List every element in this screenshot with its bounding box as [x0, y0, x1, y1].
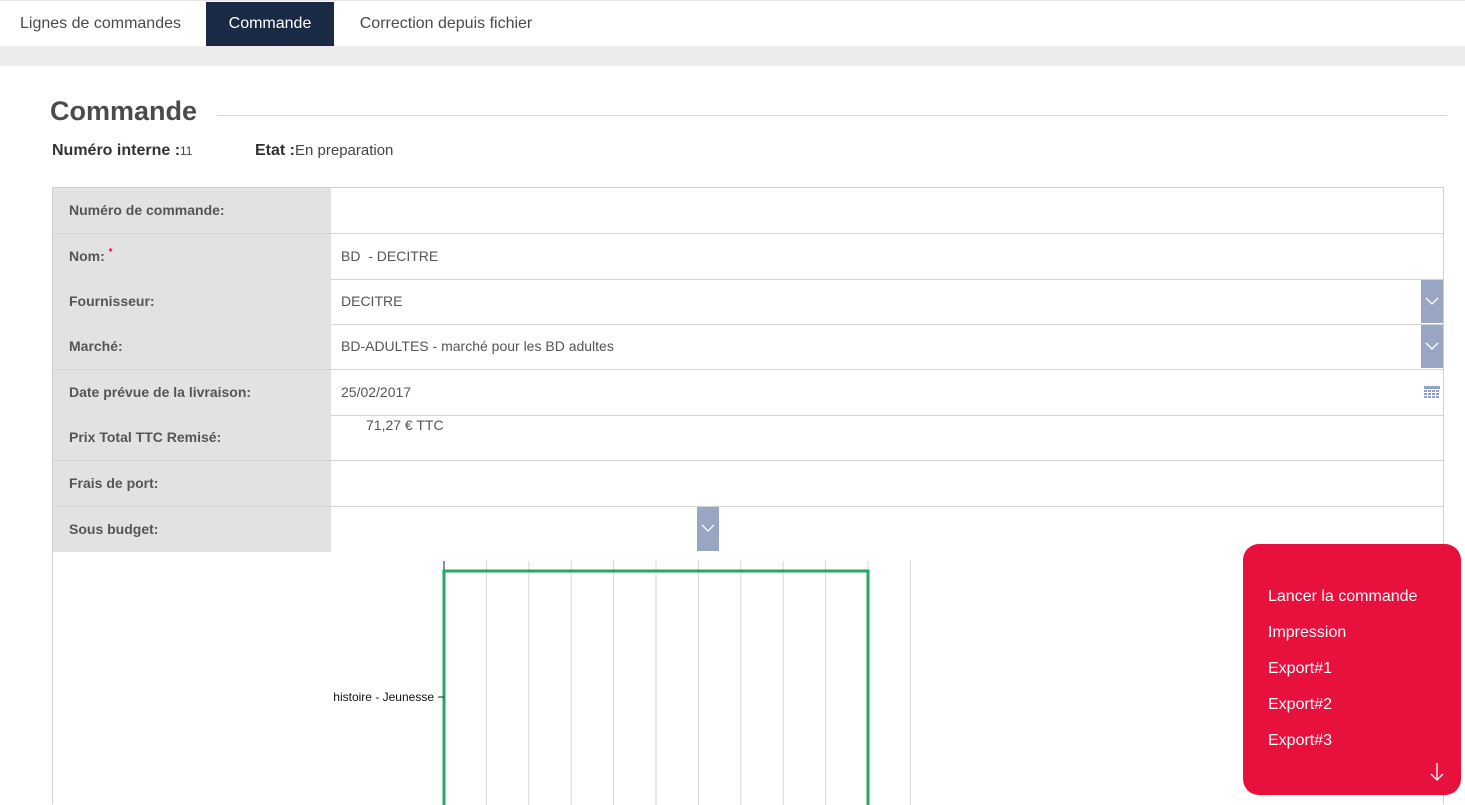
tab-commande[interactable]: Commande [206, 2, 334, 47]
lancer-commande-button[interactable]: Lancer la commande [1268, 588, 1417, 606]
export-2-button[interactable]: Export#2 [1268, 696, 1332, 714]
title-rule [217, 115, 1447, 116]
etat-label: Etat : [255, 142, 295, 159]
export-1-button[interactable]: Export#1 [1268, 660, 1332, 678]
numero-interne-value: 11 [180, 144, 193, 158]
etat: Etat :En preparation [255, 142, 393, 160]
impression-button[interactable]: Impression [1268, 624, 1346, 642]
tab-bar-divider [0, 46, 1465, 66]
tab-lignes-de-commandes[interactable]: Lignes de commandes [0, 2, 201, 47]
numero-interne-label: Numéro interne : [52, 142, 181, 159]
tab-bar: Lignes de commandes Commande Correction … [0, 0, 1465, 47]
budget-chart: histoire - Jeunesse [333, 561, 911, 805]
arrow-down-icon[interactable] [1430, 762, 1444, 782]
order-form: Numéro de commande: Nom: * BD - DECITRE … [52, 187, 1444, 805]
tab-correction-depuis-fichier[interactable]: Correction depuis fichier [340, 2, 552, 47]
etat-value: En preparation [295, 142, 394, 159]
page-title: Commande [50, 96, 198, 126]
export-3-button[interactable]: Export#3 [1268, 732, 1332, 750]
action-menu: Lancer la commande Impression Export#1 E… [1243, 544, 1461, 795]
numero-interne: Numéro interne :11 [52, 142, 192, 160]
chart-category-label: histoire - Jeunesse [333, 690, 434, 704]
